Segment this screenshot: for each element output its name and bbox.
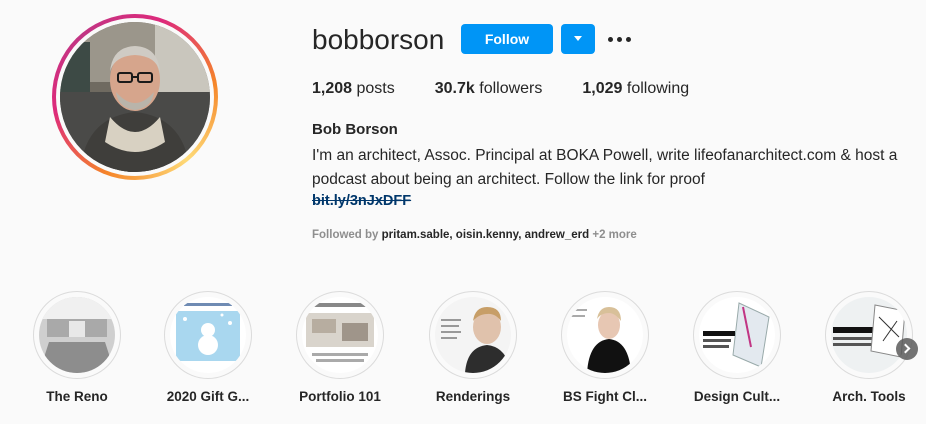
highlight-cover: [302, 297, 378, 373]
profile-stats: 1,208 posts 30.7k followers 1,029 follow…: [312, 80, 729, 98]
more-options-button[interactable]: [606, 26, 634, 52]
highlight-gift-guide[interactable]: 2020 Gift G...: [143, 291, 273, 404]
profile-username: bobborson: [312, 24, 445, 55]
followed-by-prefix: Followed by: [312, 229, 379, 241]
avatar[interactable]: [60, 22, 210, 172]
followed-by-names: pritam.sable, oisin.kenny, andrew_erd: [381, 229, 590, 241]
following-label: following: [626, 80, 690, 97]
highlight-ring: [296, 291, 384, 379]
more-dots-icon: [617, 37, 622, 42]
highlight-cover: [170, 297, 246, 373]
highlight-ring: [825, 291, 913, 379]
followed-by-more: +2 more: [592, 229, 637, 241]
posts-label: posts: [356, 80, 395, 97]
follow-button[interactable]: Follow: [461, 24, 553, 54]
followers-stat[interactable]: 30.7k followers: [435, 80, 543, 98]
highlight-bs-fight-club[interactable]: BS Fight Cl...: [540, 291, 670, 404]
following-count: 1,029: [582, 80, 623, 97]
highlight-label: The Reno: [46, 389, 108, 404]
highlights-next-button[interactable]: [896, 338, 918, 360]
highlight-label: Arch. Tools: [832, 389, 906, 404]
suggested-dropdown-button[interactable]: [561, 24, 595, 54]
followers-count: 30.7k: [434, 80, 475, 97]
highlight-cover: [831, 297, 907, 373]
followed-by[interactable]: Followed by pritam.sable, oisin.kenny, a…: [312, 229, 637, 241]
followers-label: followers: [479, 80, 543, 97]
chevron-right-icon: [900, 343, 911, 354]
profile-avatar-ring[interactable]: [52, 14, 218, 180]
more-dots-icon: [626, 37, 631, 42]
highlight-design-culture[interactable]: Design Cult...: [672, 291, 802, 404]
highlight-cover: [435, 297, 511, 373]
highlight-ring: [693, 291, 781, 379]
highlight-portfolio-101[interactable]: Portfolio 101: [275, 291, 405, 404]
highlight-renderings[interactable]: Renderings: [408, 291, 538, 404]
more-dots-icon: [608, 37, 613, 42]
highlight-label: Renderings: [435, 389, 511, 404]
highlight-ring: [33, 291, 121, 379]
highlight-ring: [164, 291, 252, 379]
highlight-ring: [429, 291, 517, 379]
highlight-cover: [39, 297, 115, 373]
following-stat[interactable]: 1,029 following: [582, 80, 689, 98]
highlight-the-reno[interactable]: The Reno: [12, 291, 142, 404]
highlight-label: BS Fight Cl...: [563, 389, 647, 404]
chevron-down-icon: [574, 36, 582, 41]
profile-bio: I'm an architect, Assoc. Principal at BO…: [312, 147, 898, 188]
highlight-label: 2020 Gift G...: [166, 389, 250, 404]
profile-link[interactable]: bit.ly/3nJxDFF: [312, 193, 411, 209]
highlight-cover: [699, 297, 775, 373]
highlight-label: Design Cult...: [693, 389, 781, 404]
posts-count: 1,208: [312, 80, 353, 97]
highlight-ring: [561, 291, 649, 379]
highlight-cover: [567, 297, 643, 373]
highlight-label: Portfolio 101: [299, 389, 381, 404]
profile-full-name: Bob Borson: [312, 121, 398, 138]
posts-stat: 1,208 posts: [312, 80, 395, 98]
